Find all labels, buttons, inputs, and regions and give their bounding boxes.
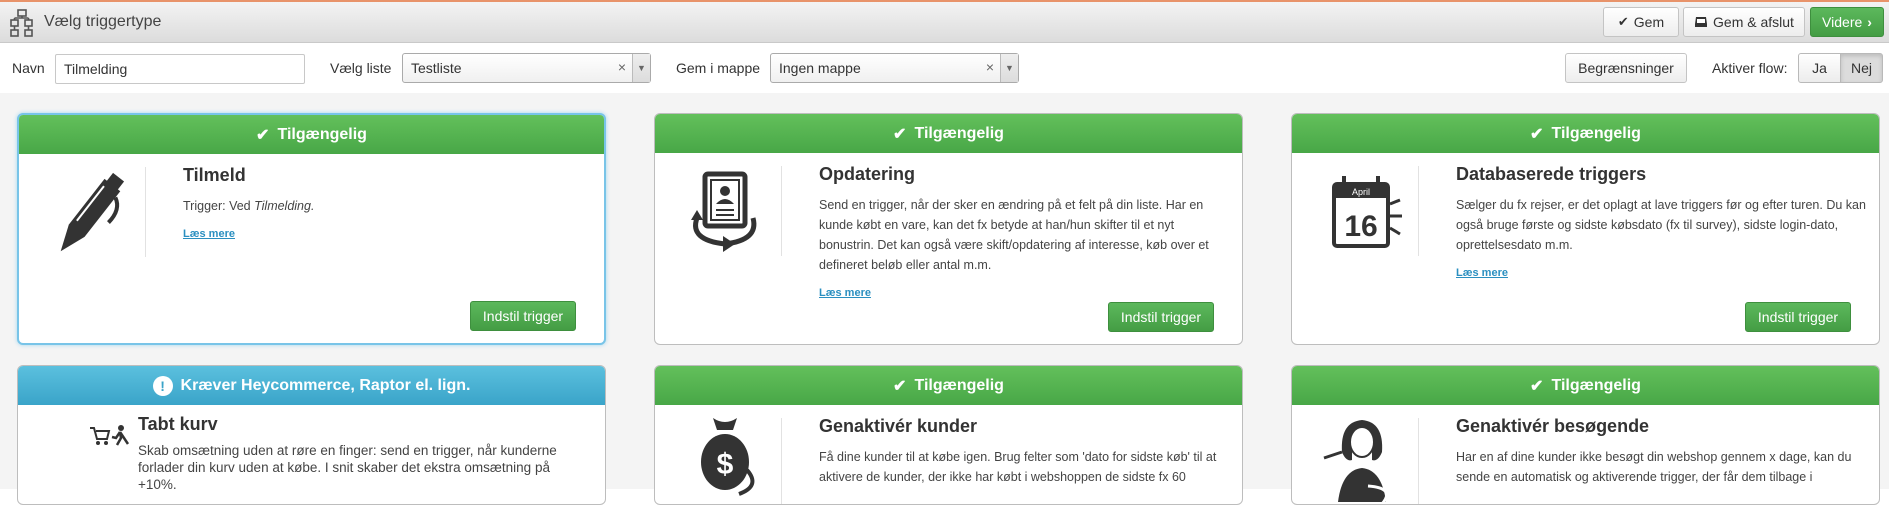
clear-folder-icon[interactable]: × [986, 59, 994, 75]
card-divider [145, 167, 146, 257]
card-status-header: ✔ Tilgængelig [19, 115, 604, 154]
refresh-document-icon [691, 171, 757, 252]
card-status-label: Tilgængelig [914, 124, 1004, 142]
trigger-card-genaktiver-kunder[interactable]: ✔ Tilgængelig $ Genaktivér kunder Få din… [654, 365, 1243, 505]
page-title: Vælg triggertype [44, 13, 162, 30]
card-status-label: Tilgængelig [1551, 124, 1641, 142]
trigger-card-opdatering[interactable]: ✔ Tilgængelig Opdatering Send en trigger… [654, 113, 1243, 345]
list-select[interactable]: Testliste × ▼ [402, 53, 651, 83]
save-and-close-button[interactable]: Gem & afslut [1683, 7, 1805, 37]
card-title: Opdatering [819, 164, 916, 184]
trigger-card-genaktiver-besogende[interactable]: ✔ Tilgængelig Genaktivér besøgende Har e… [1291, 365, 1880, 505]
abandoned-cart-icon [90, 425, 130, 446]
set-trigger-button[interactable]: Indstil trigger [470, 301, 576, 331]
card-divider [781, 166, 782, 256]
card-title: Genaktivér besøgende [1456, 416, 1650, 436]
filter-bar: Navn Tilmelding Vælg liste Testliste × ▼… [0, 43, 1889, 93]
save-button-label: Gem [1633, 14, 1665, 30]
woman-return-icon [1323, 420, 1389, 504]
chevron-down-icon[interactable]: ▼ [632, 54, 650, 82]
name-input[interactable]: Tilmelding [55, 54, 305, 84]
card-title: Tilmeld [183, 165, 246, 185]
card-status-header: ! Kræver Heycommerce, Raptor el. lign. [18, 366, 605, 405]
read-more-link[interactable]: Læs mere [1456, 267, 1508, 279]
card-status-header: ✔ Tilgængelig [655, 366, 1242, 405]
name-label: Navn [12, 60, 45, 76]
card-divider [781, 418, 782, 504]
set-trigger-button[interactable]: Indstil trigger [1108, 302, 1214, 332]
check-icon: ✔ [893, 125, 907, 143]
card-description: Har en af dine kunder ikke besøgt din we… [1456, 450, 1852, 484]
folder-select-value: Ingen mappe [779, 60, 861, 76]
read-more-link[interactable]: Læs mere [819, 287, 871, 299]
top-bar: Vælg triggertype ✔ Gem Gem & afslut Vide… [0, 0, 1889, 43]
calendar-day: 16 [1344, 210, 1377, 243]
check-icon: ✔ [893, 377, 907, 395]
card-description: Sælger du fx rejser, er det oplagt at la… [1456, 198, 1866, 252]
read-more-link[interactable]: Læs mere [183, 228, 235, 240]
calendar-month: April [1352, 187, 1370, 197]
inbox-icon [1695, 17, 1708, 27]
card-description-italic: Tilmelding. [254, 199, 315, 213]
check-icon: ✔ [1530, 125, 1544, 143]
trigger-grid: ✔ Tilgængelig Tilmeld Trigger: Ved Tilme… [0, 93, 1889, 505]
card-description-prefix: Trigger: Ved [183, 199, 255, 213]
folder-select[interactable]: Ingen mappe × ▼ [770, 53, 1019, 83]
trigger-card-tilmeld[interactable]: ✔ Tilgængelig Tilmeld Trigger: Ved Tilme… [17, 113, 606, 345]
card-divider [1418, 418, 1419, 504]
card-status-label: Tilgængelig [914, 376, 1004, 394]
activate-yes-label: Ja [1812, 60, 1827, 76]
card-divider [1418, 166, 1419, 256]
save-button[interactable]: ✔ Gem [1603, 7, 1679, 37]
next-button-label: Videre [1822, 14, 1863, 30]
card-status-label: Kræver Heycommerce, Raptor el. lign. [180, 376, 471, 394]
money-bag-icon: $ [701, 418, 755, 496]
restrictions-label: Begrænsninger [1578, 60, 1674, 76]
sitemap-icon [10, 9, 33, 37]
activate-yes-toggle[interactable]: Ja [1798, 53, 1841, 83]
restrictions-button[interactable]: Begrænsninger [1565, 53, 1687, 83]
activate-flow-label: Aktiver flow: [1712, 60, 1788, 76]
card-status-header: ✔ Tilgængelig [1292, 366, 1879, 405]
card-description: Send en trigger, når der sker en ændring… [819, 198, 1209, 272]
activate-no-label: Nej [1850, 60, 1872, 76]
check-icon: ✔ [256, 126, 270, 144]
folder-label: Gem i mappe [676, 60, 761, 76]
pen-icon [60, 172, 125, 252]
trigger-card-tabt-kurv[interactable]: ! Kræver Heycommerce, Raptor el. lign. T… [17, 365, 606, 505]
card-title: Databaserede triggers [1456, 164, 1647, 184]
activate-no-toggle[interactable]: Nej [1840, 53, 1883, 83]
name-input-value: Tilmelding [64, 61, 128, 77]
set-trigger-button[interactable]: Indstil trigger [1745, 302, 1851, 332]
card-status-header: ✔ Tilgængelig [655, 114, 1242, 153]
card-title: Genaktivér kunder [819, 416, 978, 436]
card-title: Tabt kurv [138, 414, 218, 434]
exclamation-icon: ! [152, 375, 173, 396]
card-status-label: Tilgængelig [277, 125, 367, 143]
list-label: Vælg liste [330, 60, 392, 76]
card-status-header: ✔ Tilgængelig [1292, 114, 1879, 153]
next-button[interactable]: Videre › [1810, 7, 1884, 37]
clear-list-icon[interactable]: × [618, 59, 626, 75]
card-status-label: Tilgængelig [1551, 376, 1641, 394]
check-icon: ✔ [1530, 377, 1544, 395]
card-description: Få dine kunder til at købe igen. Brug fe… [819, 450, 1217, 484]
chevron-down-icon[interactable]: ▼ [1000, 54, 1018, 82]
money-symbol: $ [717, 448, 734, 481]
card-description: Trigger: Ved Tilmelding. [183, 196, 593, 216]
calendar-icon: April 16 [1332, 176, 1402, 248]
trigger-card-databaserede[interactable]: ✔ Tilgængelig April 16 Databaserede trig… [1291, 113, 1880, 345]
chevron-right-icon: › [1867, 14, 1872, 30]
list-select-value: Testliste [411, 60, 462, 76]
card-description: Skab omsætning uden at røre en finger: s… [138, 443, 557, 492]
check-icon: ✔ [1617, 14, 1629, 29]
save-and-close-label: Gem & afslut [1713, 14, 1794, 30]
